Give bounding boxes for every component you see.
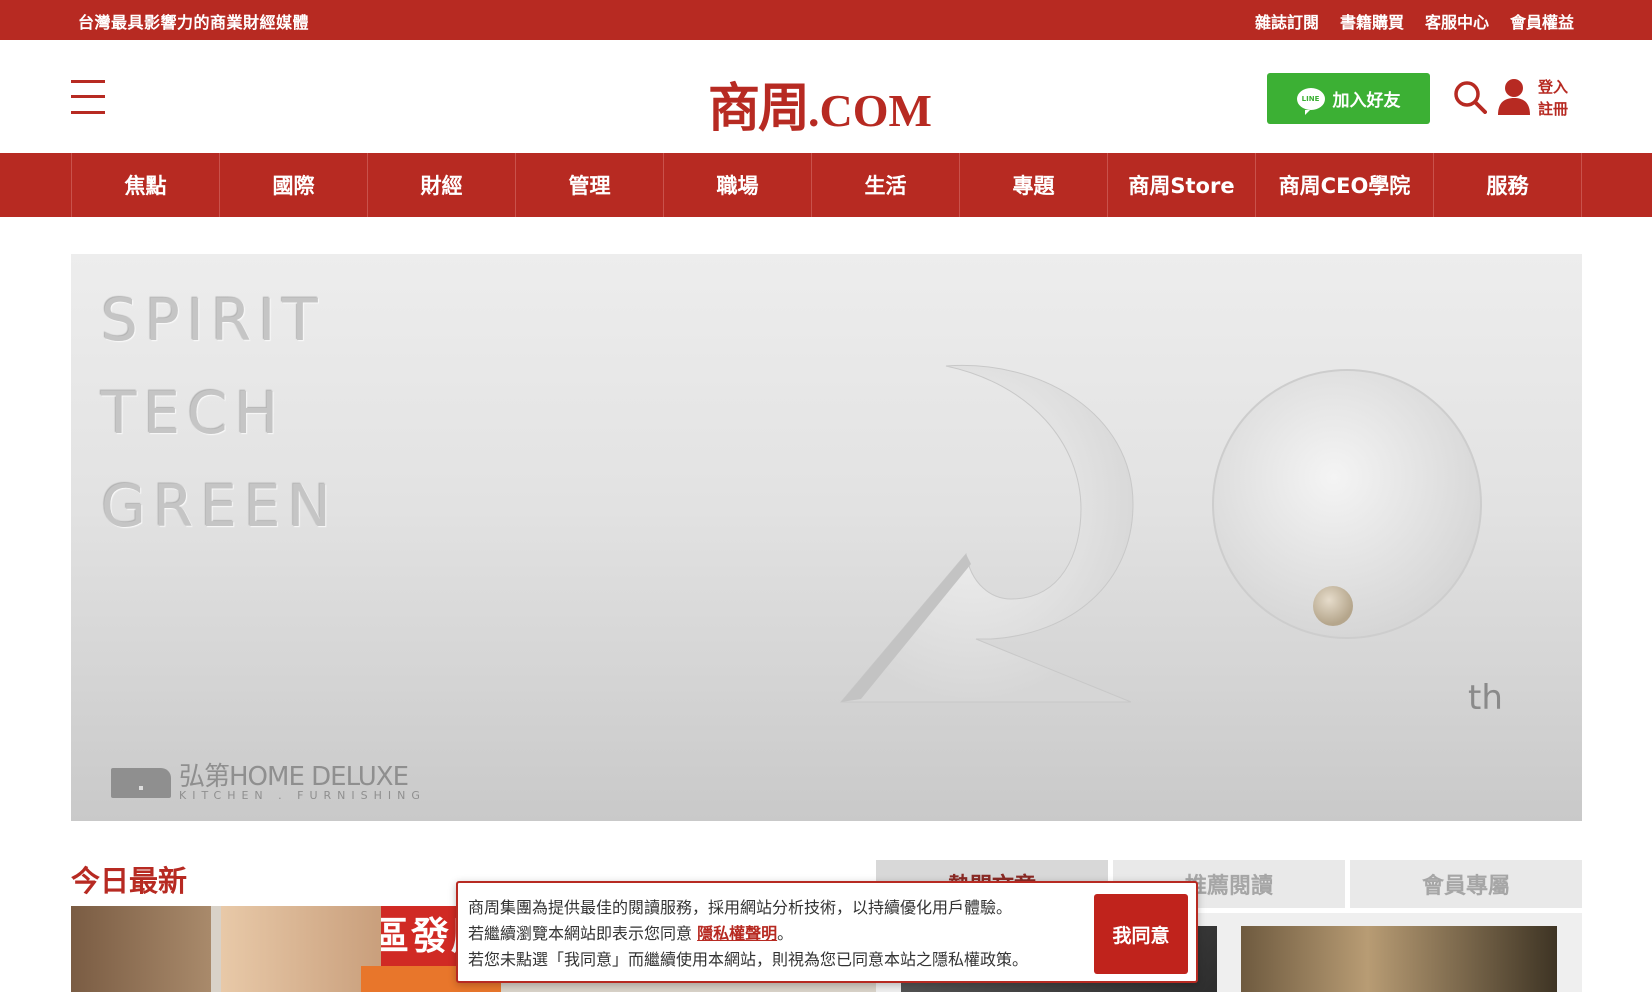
nav-item-life[interactable]: 生活 bbox=[812, 153, 960, 217]
line-button-label: 加入好友 bbox=[1332, 91, 1401, 111]
top-link-member[interactable]: 會員權益 bbox=[1510, 9, 1574, 33]
consent-line-2-end: 。 bbox=[777, 924, 794, 943]
consent-message: 商周集團為提供最佳的閱讀服務，採用網站分析技術，以持續優化用戶體驗。 若繼續瀏覽… bbox=[468, 895, 1028, 973]
banner-word-spirit: SPIRIT bbox=[101, 286, 325, 354]
privacy-policy-link[interactable]: 隱私權聲明 bbox=[697, 924, 777, 943]
nav-item-services[interactable]: 服務 bbox=[1434, 153, 1582, 217]
user-icon[interactable] bbox=[1497, 78, 1531, 116]
logo-com: .COM bbox=[808, 85, 932, 136]
consent-line-3: 若您未點選「我同意」而繼續使用本網站，則視為您已同意本站之隱私權政策。 bbox=[468, 950, 1029, 969]
login-link[interactable]: 登入 bbox=[1538, 76, 1568, 98]
brand-name: 弘第HOME DELUXE bbox=[179, 762, 409, 792]
nav-item-ceo-academy[interactable]: 商周CEO學院 bbox=[1256, 153, 1434, 217]
register-link[interactable]: 註冊 bbox=[1538, 98, 1568, 120]
agree-button[interactable]: 我同意 bbox=[1094, 894, 1188, 974]
tab-members[interactable]: 會員專屬 bbox=[1350, 860, 1582, 908]
consent-line-1: 商周集團為提供最佳的閱讀服務，採用網站分析技術，以持續優化用戶體驗。 bbox=[468, 898, 1013, 917]
nav-item-focus[interactable]: 焦點 bbox=[72, 153, 220, 217]
consent-line-2-text: 若繼續瀏覽本網站即表示您同意 bbox=[468, 924, 698, 943]
nav-item-store[interactable]: 商周Store bbox=[1108, 153, 1256, 217]
main-nav: 焦點 國際 財經 管理 職場 生活 專題 商周Store 商周CEO學院 服務 bbox=[0, 153, 1652, 217]
logo-chinese: 商周 bbox=[708, 78, 810, 139]
top-link-subscribe[interactable]: 雜誌訂閱 bbox=[1255, 9, 1319, 33]
banner-word-tech: TECH bbox=[101, 379, 286, 447]
banner-brand-logo: 弘第HOME DELUXE KITCHEN . FURNISHING bbox=[111, 764, 426, 802]
top-link-service[interactable]: 客服中心 bbox=[1425, 9, 1489, 33]
brand-icon bbox=[111, 768, 171, 798]
site-logo[interactable]: 商周 .COM bbox=[708, 66, 932, 139]
banner-suffix: th bbox=[1468, 678, 1503, 718]
nav-item-workplace[interactable]: 職場 bbox=[664, 153, 812, 217]
top-links: 雜誌訂閱 書籍購買 客服中心 會員權益 bbox=[1255, 9, 1574, 33]
banner-words: SPIRIT TECH GREEN bbox=[101, 274, 338, 553]
article-thumbnail[interactable] bbox=[1241, 926, 1557, 992]
site-tagline: 台灣最具影響力的商業財經媒體 bbox=[78, 13, 310, 32]
nav-item-management[interactable]: 管理 bbox=[516, 153, 664, 217]
login-register[interactable]: 登入 註冊 bbox=[1538, 76, 1568, 120]
ad-banner[interactable]: SPIRIT TECH GREEN th 弘第HOME DELUXE KITCH… bbox=[71, 254, 1582, 821]
search-icon[interactable] bbox=[1453, 80, 1487, 114]
line-add-friend-button[interactable]: LINE 加入好友 bbox=[1267, 73, 1430, 124]
nav-item-finance[interactable]: 財經 bbox=[368, 153, 516, 217]
site-header: 商周 .COM LINE 加入好友 登入 註冊 bbox=[0, 40, 1652, 153]
nav-item-international[interactable]: 國際 bbox=[220, 153, 368, 217]
consent-line-2: 若繼續瀏覽本網站即表示您同意 隱私權聲明。 bbox=[468, 921, 1028, 947]
brand-subtitle: KITCHEN . FURNISHING bbox=[179, 789, 426, 802]
banner-word-green: GREEN bbox=[101, 472, 338, 540]
nav-item-topics[interactable]: 專題 bbox=[960, 153, 1108, 217]
line-icon: LINE bbox=[1296, 87, 1325, 115]
cookie-consent-dialog: 商周集團為提供最佳的閱讀服務，採用網站分析技術，以持續優化用戶體驗。 若繼續瀏覽… bbox=[456, 881, 1198, 983]
top-bar: 台灣最具影響力的商業財經媒體 雜誌訂閱 書籍購買 客服中心 會員權益 bbox=[0, 0, 1652, 40]
top-link-books[interactable]: 書籍購買 bbox=[1340, 9, 1404, 33]
menu-icon[interactable] bbox=[71, 80, 105, 114]
latest-news-heading: 今日最新 bbox=[71, 864, 188, 898]
